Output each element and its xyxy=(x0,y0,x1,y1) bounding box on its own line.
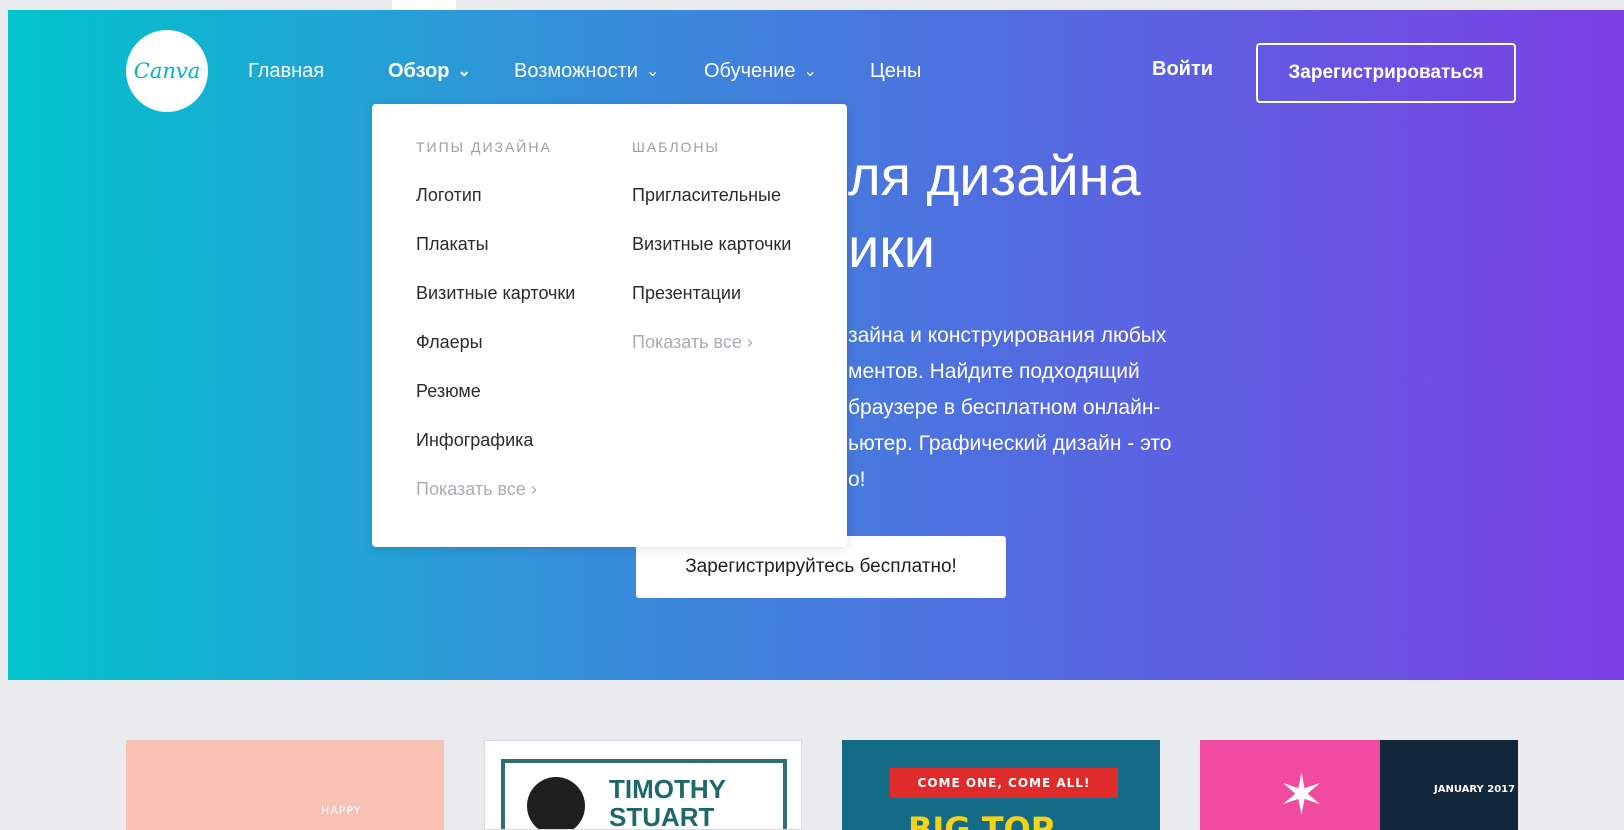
menu-item-resume[interactable]: Резюме xyxy=(416,377,616,405)
menu-item-presentations[interactable]: Презентации xyxy=(632,279,832,307)
sparkler-icon: ✶ xyxy=(1278,763,1325,828)
menu-item-flyers[interactable]: Флаеры xyxy=(416,328,616,356)
signup-button[interactable]: Зарегистрироваться xyxy=(1256,43,1516,103)
nav-item-learning[interactable]: Обучение ⌄ xyxy=(704,56,817,86)
hero-text-line: браузере в бесплатном онлайн- xyxy=(848,396,1161,419)
card-circus-title: BIG TOP xyxy=(908,810,1055,830)
show-all-templates-link[interactable]: Показать все › xyxy=(632,328,832,356)
overview-dropdown-menu: ТИПЫ ДИЗАЙНА Логотип Плакаты Визитные ка… xyxy=(372,104,847,547)
hero-title: ля дизайна ики xyxy=(848,140,1448,284)
login-link[interactable]: Войти xyxy=(1152,58,1213,81)
nav-item-pricing-label: Цены xyxy=(870,59,922,82)
card-circus-ribbon: COME ONE, COME ALL! xyxy=(890,768,1118,798)
menu-item-posters[interactable]: Плакаты xyxy=(416,230,616,258)
nav-item-learning-label: Обучение xyxy=(704,59,796,82)
menu-item-logo[interactable]: Логотип xyxy=(416,181,616,209)
template-card-newyear[interactable]: ✶ JANUARY 2017 xyxy=(1200,740,1518,830)
nav-item-home-label: Главная xyxy=(248,59,325,82)
menu-item-business-cards[interactable]: Визитные карточки xyxy=(416,279,616,307)
menu-item-business-cards-templates[interactable]: Визитные карточки xyxy=(632,230,832,258)
template-cards-row: HAPPY TIMOTHY STUART COME ONE, COME ALL!… xyxy=(0,740,1624,830)
template-card-circus[interactable]: COME ONE, COME ALL! BIG TOP xyxy=(842,740,1160,830)
menu-item-invitations[interactable]: Пригласительные xyxy=(632,181,832,209)
hero-text-line: ьютер. Графический дизайн - это xyxy=(848,432,1172,455)
chevron-down-icon: ⌄ xyxy=(645,63,660,80)
hero-title-line-2: ики xyxy=(848,216,936,279)
templates-heading: ШАБЛОНЫ xyxy=(632,139,720,155)
nav-item-features[interactable]: Возможности ⌄ xyxy=(514,56,659,86)
template-card-business[interactable]: TIMOTHY STUART xyxy=(484,740,802,830)
canva-logo-text: Canva xyxy=(133,59,201,83)
nav-item-overview-label: Обзор xyxy=(388,59,450,82)
hero-text-line: ментов. Найдите подходящий xyxy=(848,360,1140,383)
hero-title-line-1: ля дизайна xyxy=(848,144,1141,207)
chevron-down-icon: ⌄ xyxy=(803,63,817,80)
card-newyear-date: JANUARY 2017 xyxy=(1434,784,1516,795)
chevron-down-icon: ⌄ xyxy=(457,63,471,80)
card-business-photo xyxy=(527,777,585,829)
nav-item-pricing[interactable]: Цены xyxy=(870,56,921,86)
show-all-design-types-link[interactable]: Показать все › xyxy=(416,475,616,503)
template-card-party[interactable]: HAPPY xyxy=(126,740,444,830)
hero-text-line: зайна и конструирования любых xyxy=(848,324,1167,347)
browser-top-strip xyxy=(0,0,1624,10)
card-business-title-line-2: STUART xyxy=(609,802,715,830)
browser-left-edge xyxy=(0,0,8,822)
design-types-heading: ТИПЫ ДИЗАЙНА xyxy=(416,139,552,155)
hero-text-line: о! xyxy=(848,468,866,491)
nav-item-home[interactable]: Главная xyxy=(248,56,324,86)
canva-logo[interactable]: Canva xyxy=(126,30,208,112)
nav-item-features-label: Возможности xyxy=(514,59,638,82)
nav-item-overview[interactable]: Обзор ⌄ xyxy=(388,56,471,86)
card-business-title-line-1: TIMOTHY xyxy=(609,774,726,804)
design-types-column: ТИПЫ ДИЗАЙНА Логотип Плакаты Визитные ка… xyxy=(416,134,616,503)
menu-item-infographic[interactable]: Инфографика xyxy=(416,426,616,454)
templates-column: ШАБЛОНЫ Пригласительные Визитные карточк… xyxy=(632,134,832,356)
hero-description: зайна и конструирования любых ментов. На… xyxy=(848,318,1268,498)
card-party-text: HAPPY xyxy=(321,804,362,817)
